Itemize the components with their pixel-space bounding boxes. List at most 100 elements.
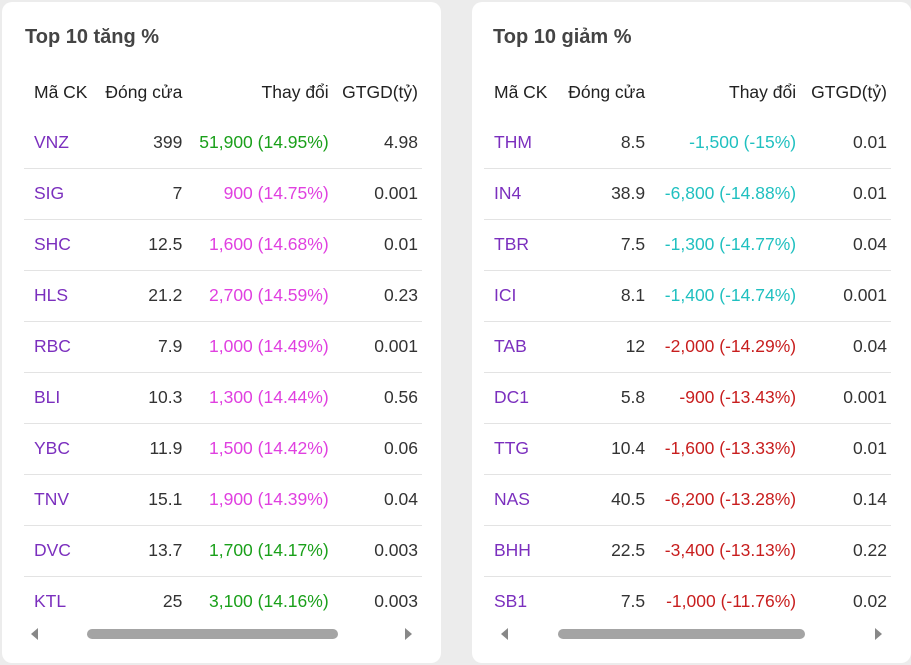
stock-symbol-link[interactable]: TAB xyxy=(484,321,558,373)
table-row[interactable]: DVC 13.7 1,700 (14.17%) 0.003 xyxy=(24,525,422,577)
column-header-close[interactable]: Đóng cửa xyxy=(557,67,649,117)
stock-symbol-link[interactable]: BHH xyxy=(484,525,558,577)
trade-value-cell: 0.01 xyxy=(332,219,422,271)
table-row[interactable]: TNV 15.1 1,900 (14.39%) 0.04 xyxy=(24,474,422,526)
close-price-cell: 25 xyxy=(162,591,183,612)
close-price-cell: 8.5 xyxy=(557,117,650,169)
stock-symbol-link[interactable]: THM xyxy=(484,117,558,169)
change-cell: 1,000 (14.49%) xyxy=(186,321,333,373)
close-price-cell: 399 xyxy=(95,117,187,169)
column-header-value[interactable]: GTGD(tỷ) xyxy=(333,67,422,117)
change-cell: 2,700 (14.59%) xyxy=(186,270,333,322)
close-price-cell: 10.4 xyxy=(557,423,650,475)
stock-symbol-link[interactable]: TNV xyxy=(24,474,96,526)
table-row[interactable]: BLI 10.3 1,300 (14.44%) 0.56 xyxy=(24,372,422,424)
column-header-symbol[interactable]: Mã CK xyxy=(24,67,96,117)
scrollbar-thumb[interactable] xyxy=(87,629,338,639)
trade-value-cell: 0.001 xyxy=(800,270,891,322)
close-price-cell: 7.9 xyxy=(95,321,187,373)
table-row[interactable]: BHH 22.5 -3,400 (-13.13%) 0.22 xyxy=(484,525,891,577)
stock-symbol-link[interactable]: TBR xyxy=(484,219,558,271)
horizontal-scrollbar[interactable] xyxy=(27,627,416,641)
table-row[interactable]: TAB 12 -2,000 (-14.29%) 0.04 xyxy=(484,321,891,373)
table-row[interactable]: ICI 8.1 -1,400 (-14.74%) 0.001 xyxy=(484,270,891,322)
stock-symbol-link[interactable]: VNZ xyxy=(24,117,96,169)
table-row[interactable]: RBC 7.9 1,000 (14.49%) 0.001 xyxy=(24,321,422,373)
change-cell: 51,900 (14.95%) xyxy=(186,117,333,169)
table-row[interactable]: HLS 21.2 2,700 (14.59%) 0.23 xyxy=(24,270,422,322)
stock-symbol-link[interactable]: YBC xyxy=(24,423,96,475)
trade-value-cell: 0.23 xyxy=(332,270,422,322)
table-row[interactable]: YBC 11.9 1,500 (14.42%) 0.06 xyxy=(24,423,422,475)
change-cell: 1,500 (14.42%) xyxy=(186,423,333,475)
close-price-cell: 11.9 xyxy=(95,423,187,475)
table-row[interactable]: SHC 12.5 1,600 (14.68%) 0.01 xyxy=(24,219,422,271)
card-title: Top 10 tăng % xyxy=(25,26,160,48)
stock-symbol-link[interactable]: SB1 xyxy=(484,576,557,627)
column-header-symbol[interactable]: Mã CK xyxy=(484,67,557,117)
close-price-cell: 8.1 xyxy=(557,270,650,322)
change-cell: -6,800 (-14.88%) xyxy=(649,168,801,220)
scroll-right-arrow-icon[interactable] xyxy=(875,628,882,640)
stock-symbol-link[interactable]: IN4 xyxy=(484,168,558,220)
table-row[interactable]: TTG 10.4 -1,600 (-13.33%) 0.01 xyxy=(484,423,891,475)
table-row[interactable]: SIG 7 900 (14.75%) 0.001 xyxy=(24,168,422,220)
trade-value-cell: 0.14 xyxy=(800,474,891,526)
table-row[interactable]: THM 8.5 -1,500 (-15%) 0.01 xyxy=(484,117,891,169)
stock-symbol-link[interactable]: DC1 xyxy=(484,372,558,424)
column-header-close[interactable]: Đóng cửa xyxy=(96,67,186,117)
scroll-right-arrow-icon[interactable] xyxy=(405,628,412,640)
change-cell: -6,200 (-13.28%) xyxy=(649,474,801,526)
change-cell: -3,400 (-13.13%) xyxy=(649,525,801,577)
close-price-cell: 10.3 xyxy=(95,372,187,424)
trade-value-cell: 0.003 xyxy=(332,525,422,577)
card-title: Top 10 giảm % xyxy=(493,26,632,48)
stock-symbol-link[interactable]: DVC xyxy=(24,525,96,577)
close-price-cell: 12 xyxy=(557,321,650,373)
column-header-change[interactable]: Thay đổi xyxy=(186,67,332,117)
stock-symbol-link[interactable]: KTL xyxy=(24,576,96,627)
close-price-cell: 12.5 xyxy=(95,219,187,271)
stock-symbol-link[interactable]: SIG xyxy=(24,168,96,220)
change-cell: -1,500 (-15%) xyxy=(649,117,801,169)
close-price-cell: 7 xyxy=(95,168,187,220)
trade-value-cell: 0.001 xyxy=(800,372,891,424)
stock-symbol-link[interactable]: SHC xyxy=(24,219,96,271)
table-row[interactable]: KTL 25 3,100 (14.16%) 0.003 xyxy=(24,576,422,627)
table-row[interactable]: NAS 40.5 -6,200 (-13.28%) 0.14 xyxy=(484,474,891,526)
close-price-cell: 40.5 xyxy=(557,474,650,526)
scroll-left-arrow-icon[interactable] xyxy=(31,628,38,640)
horizontal-scrollbar[interactable] xyxy=(497,627,886,641)
table-row[interactable]: DC1 5.8 -900 (-13.43%) 0.001 xyxy=(484,372,891,424)
table-header-row: Mã CK Đóng cửa Thay đổi GTGD(tỷ) xyxy=(24,67,422,117)
change-cell: -1,300 (-14.77%) xyxy=(649,219,801,271)
table-row[interactable]: TBR 7.5 -1,300 (-14.77%) 0.04 xyxy=(484,219,891,271)
scrollbar-thumb[interactable] xyxy=(558,629,805,639)
gainers-table: Mã CK Đóng cửa Thay đổi GTGD(tỷ) VNZ 399 5… xyxy=(24,67,422,627)
close-price-cell: 22.5 xyxy=(557,525,650,577)
trade-value-cell: 0.22 xyxy=(800,525,891,577)
column-header-value[interactable]: GTGD(tỷ) xyxy=(800,67,891,117)
table-row[interactable]: VNZ 399 51,900 (14.95%) 4.98 xyxy=(24,117,422,169)
column-header-change[interactable]: Thay đổi xyxy=(649,67,800,117)
losers-table: Mã CK Đóng cửa Thay đổi GTGD(tỷ) THM 8.5-… xyxy=(484,67,891,627)
table-row[interactable]: IN4 38.9 -6,800 (-14.88%) 0.01 xyxy=(484,168,891,220)
close-price-cell: 7.5 xyxy=(620,591,646,612)
scroll-left-arrow-icon[interactable] xyxy=(501,628,508,640)
top-losers-card: Top 10 giảm % Mã CK Đóng cửa Thay đổi GT… xyxy=(472,2,911,663)
table-row[interactable]: SB1 7.5 -1,000 (-11.76%) 0.02 xyxy=(484,576,891,627)
stock-symbol-link[interactable]: ICI xyxy=(484,270,558,322)
table-header-row: Mã CK Đóng cửa Thay đổi GTGD(tỷ) xyxy=(484,67,891,117)
close-price-cell: 15.1 xyxy=(95,474,187,526)
change-cell: 1,300 (14.44%) xyxy=(186,372,333,424)
stock-symbol-link[interactable]: HLS xyxy=(24,270,96,322)
trade-value-cell: 0.56 xyxy=(332,372,422,424)
stock-symbol-link[interactable]: TTG xyxy=(484,423,558,475)
stock-symbol-link[interactable]: RBC xyxy=(24,321,96,373)
gainers-rows: VNZ 399 51,900 (14.95%) 4.98 SIG 7 900 (14.75%… xyxy=(24,117,422,627)
stock-symbol-link[interactable]: NAS xyxy=(484,474,558,526)
change-cell: -1,600 (-13.33%) xyxy=(649,423,801,475)
trade-value-cell: 0.01 xyxy=(800,168,891,220)
stock-symbol-link[interactable]: BLI xyxy=(24,372,96,424)
close-price-cell: 7.5 xyxy=(557,219,650,271)
